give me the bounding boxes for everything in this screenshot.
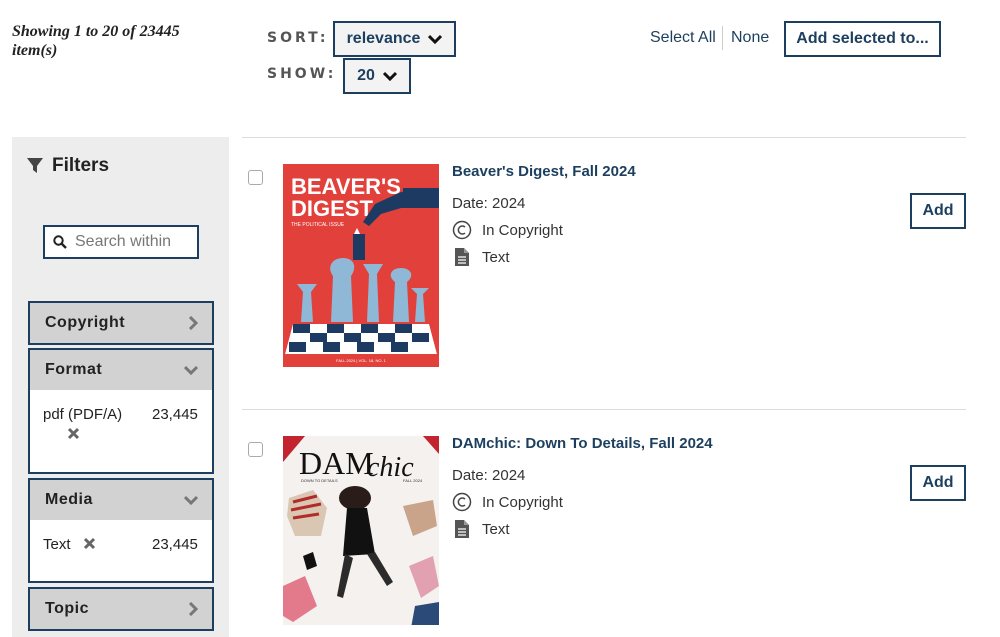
- select-checkbox[interactable]: [248, 442, 263, 457]
- type-text: Text: [482, 248, 510, 266]
- sort-label: SORT:: [267, 30, 329, 46]
- select-all-link[interactable]: Select All: [650, 29, 716, 47]
- add-button[interactable]: Add: [910, 193, 966, 229]
- result-type: Text: [452, 519, 510, 539]
- facet-title: Copyright: [45, 314, 126, 331]
- filter-icon: [27, 158, 43, 173]
- cover-thumbnail[interactable]: BEAVER'S DIGEST THE POLITICAL ISSUE FALL…: [283, 164, 439, 367]
- facet-item-label[interactable]: pdf (PDF/A): [43, 406, 122, 423]
- facet-copyright[interactable]: Copyright: [28, 301, 214, 345]
- result-date: Date: 2024: [452, 195, 525, 212]
- date-text: Date: 2024: [452, 467, 526, 484]
- divider: [242, 137, 966, 138]
- rights-text: In Copyright: [482, 493, 563, 511]
- results-count: Showing 1 to 20 of 23445 item(s): [12, 23, 180, 59]
- damchic-cover: DAM chic DOWN TO DETAILS FALL 2024: [283, 436, 439, 625]
- copyright-icon: [452, 492, 472, 512]
- document-icon: [455, 248, 469, 266]
- search-within-field[interactable]: [43, 225, 199, 259]
- result-rights: In Copyright: [452, 220, 563, 240]
- chevron-down-icon: [382, 71, 397, 81]
- chevron-right-icon: [188, 602, 198, 616]
- select-none-link[interactable]: None: [731, 29, 769, 47]
- result-date: Date: 2024: [452, 467, 525, 484]
- chevron-right-icon: [188, 316, 198, 330]
- cover-thumbnail[interactable]: DAM chic DOWN TO DETAILS FALL 2024: [283, 436, 439, 625]
- chevron-down-icon: [184, 495, 198, 505]
- facet-item-label[interactable]: Text: [43, 536, 71, 553]
- remove-filter-icon[interactable]: [67, 427, 80, 440]
- search-within-input[interactable]: [73, 232, 192, 252]
- copyright-icon: [452, 220, 472, 240]
- result-type: Text: [452, 247, 510, 267]
- divider: [242, 409, 966, 410]
- facet-header[interactable]: Media: [30, 480, 212, 520]
- remove-filter-icon[interactable]: [83, 537, 96, 550]
- show-label: SHOW:: [267, 66, 337, 82]
- filters-heading: Filters: [26, 155, 109, 177]
- rights-text: In Copyright: [482, 221, 563, 239]
- chevron-down-icon: [428, 34, 443, 44]
- facet-item-count: 23,445: [152, 406, 198, 423]
- facet-header[interactable]: Copyright: [30, 303, 212, 343]
- date-text: Date: 2024: [452, 195, 526, 212]
- add-selected-button[interactable]: Add selected to...: [784, 21, 941, 57]
- cover-footer: FALL 2024 | VOL. 18, NO. 1: [336, 358, 387, 363]
- add-button[interactable]: Add: [910, 465, 966, 501]
- document-icon: [455, 520, 469, 538]
- facet-title: Format: [45, 361, 103, 378]
- cover-masthead: DIGEST: [291, 196, 373, 221]
- show-dropdown[interactable]: 20: [343, 58, 411, 94]
- cover-subtitle: DOWN TO DETAILS: [301, 478, 338, 483]
- chevron-down-icon: [184, 365, 198, 375]
- sort-value: relevance: [346, 30, 421, 47]
- show-value: 20: [357, 67, 375, 84]
- cover-masthead: DAM: [299, 445, 374, 481]
- cover-issue: FALL 2024: [403, 478, 423, 483]
- select-checkbox[interactable]: [248, 170, 263, 185]
- type-text: Text: [482, 520, 510, 538]
- sort-dropdown[interactable]: relevance: [333, 21, 456, 57]
- facet-topic[interactable]: Topic: [28, 587, 214, 631]
- cover-subtitle: THE POLITICAL ISSUE: [291, 222, 345, 228]
- result-rights: In Copyright: [452, 492, 563, 512]
- facet-format: Format pdf (PDF/A) 23,445: [28, 348, 214, 474]
- result-title-link[interactable]: DAMchic: Down To Details, Fall 2024: [452, 435, 713, 452]
- facet-title: Topic: [45, 600, 89, 617]
- result-title-link[interactable]: Beaver's Digest, Fall 2024: [452, 163, 636, 180]
- facet-header[interactable]: Topic: [30, 589, 212, 629]
- facet-title: Media: [45, 491, 93, 508]
- facet-media: Media Text 23,445: [28, 478, 214, 583]
- divider: [722, 26, 723, 50]
- beavers-digest-cover: BEAVER'S DIGEST THE POLITICAL ISSUE FALL…: [283, 164, 439, 367]
- filters-title: Filters: [52, 155, 110, 176]
- search-icon: [53, 235, 67, 249]
- facet-item-count: 23,445: [152, 536, 198, 553]
- facet-header[interactable]: Format: [30, 350, 212, 390]
